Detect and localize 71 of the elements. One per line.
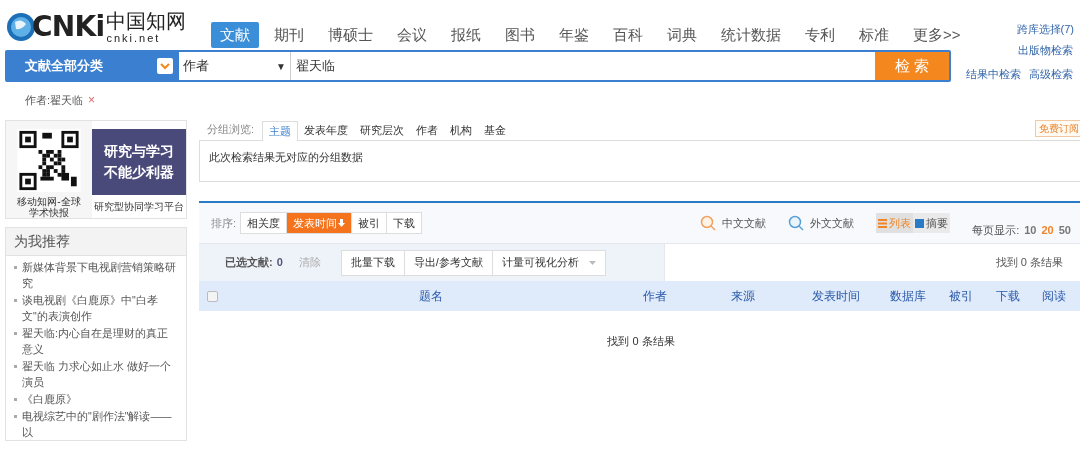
per-page-option[interactable]: 10 <box>1024 221 1037 239</box>
magnifier-icon <box>700 215 717 231</box>
nav-tab[interactable]: 会议 <box>388 22 436 48</box>
advanced-search-link[interactable]: 高级检索 <box>1029 65 1073 82</box>
column-header: 数据库 <box>889 288 927 305</box>
group-tab[interactable]: 基金 <box>478 120 513 140</box>
column-header: 发表时间 <box>810 288 861 305</box>
group-tab[interactable]: 主题 <box>262 121 299 141</box>
per-page-label: 每页显示: <box>972 222 1020 238</box>
banner-caption: 研究型协同学习平台 <box>94 200 184 214</box>
group-empty-message: 此次检索结果无对应的分组数据 <box>209 151 363 163</box>
caret-down-icon <box>588 260 596 265</box>
recommend-title: 为我推荐 <box>14 232 70 251</box>
empty-results-message: 找到 0 条结果 <box>607 334 675 349</box>
nav-tab[interactable]: 博硕士 <box>319 22 382 48</box>
toolbar-button[interactable]: 导出/参考文献 <box>404 250 493 275</box>
banner-text: 研究与学习不能少利器 <box>103 142 175 182</box>
column-header: 作者 <box>643 288 668 305</box>
group-tab[interactable]: 研究层次 <box>354 120 411 140</box>
column-header: 被引 <box>947 288 974 305</box>
chinese-docs-button[interactable]: 中文文献 <box>700 214 767 232</box>
magnifier-icon <box>788 215 805 231</box>
logo-letters: CNKi <box>32 13 105 41</box>
nav-tab[interactable]: 图书 <box>496 22 544 48</box>
foreign-docs-button[interactable]: 外文文献 <box>788 214 855 232</box>
logo-domain: cnki.net <box>106 32 162 44</box>
nav-tab[interactable]: 更多>> <box>904 22 970 48</box>
filter-tag: 作者:翟天临 <box>25 91 84 109</box>
qr-code-icon <box>16 129 82 192</box>
group-label: 分组浏览: <box>206 121 256 137</box>
publication-search-link[interactable]: 出版物检索 <box>1018 42 1073 59</box>
sort-option[interactable]: 被引 <box>352 213 388 233</box>
sort-label: 排序: <box>211 215 237 231</box>
result-search-link[interactable]: 结果中检索 <box>966 65 1021 82</box>
nav-tab[interactable]: 专利 <box>796 22 844 48</box>
toolbar-button[interactable]: 批量下载 <box>341 250 405 275</box>
nav-tab[interactable]: 百科 <box>604 22 652 48</box>
arrow-down-icon <box>338 219 346 227</box>
recommend-link[interactable]: 翟天临:内心自在是理财的真正意义 <box>22 325 178 357</box>
column-header: 题名 <box>417 288 444 305</box>
select-all-checkbox[interactable] <box>207 290 218 302</box>
column-header: 下载 <box>995 288 1021 305</box>
nav-tab[interactable]: 期刊 <box>265 22 313 48</box>
group-tab[interactable]: 机构 <box>444 120 479 140</box>
recommend-link[interactable]: 新媒体背景下电视剧营销策略研究 <box>22 259 178 291</box>
cross-db-link[interactable]: 跨库选择(7) <box>1016 23 1074 35</box>
list-icon <box>878 218 888 228</box>
sort-option[interactable]: 下载 <box>387 213 422 233</box>
found-count: 找到 0 条结果 <box>995 255 1063 271</box>
view-toggle[interactable]: 摘要 <box>913 213 951 233</box>
nav-tab[interactable]: 词典 <box>658 22 706 48</box>
group-tab[interactable]: 发表年度 <box>298 120 355 140</box>
logo-chinese: 中国知网 <box>106 10 187 31</box>
square-icon <box>915 218 925 228</box>
recommend-link[interactable]: 谈电视剧《白鹿原》中"白孝文"的表演创作 <box>22 292 178 324</box>
qr-caption: 移动知网-全球学术快报 <box>16 196 82 218</box>
column-header: 阅读 <box>1041 288 1067 305</box>
selected-label: 已选文献: <box>225 255 273 271</box>
nav-tab[interactable]: 标准 <box>850 22 898 48</box>
recommend-link[interactable]: 电视综艺中的"剧作法"解读——以 <box>22 408 178 440</box>
nav-tab[interactable]: 年鉴 <box>550 22 598 48</box>
recommend-link[interactable]: 翟天临 力求心如止水 做好一个演员 <box>22 358 178 390</box>
per-page-option[interactable]: 50 <box>1058 221 1071 239</box>
nav-tab[interactable]: 统计数据 <box>712 22 790 48</box>
selected-count: 0 <box>276 255 283 271</box>
recommend-link[interactable]: 《白鹿原》 <box>22 391 77 407</box>
analysis-dropdown[interactable]: 计量可视化分析 <box>492 250 605 275</box>
nav-tab[interactable]: 报纸 <box>442 22 490 48</box>
column-header: 来源 <box>730 288 756 305</box>
remove-filter-button[interactable]: × <box>88 94 96 106</box>
group-tab[interactable]: 作者 <box>410 120 445 140</box>
